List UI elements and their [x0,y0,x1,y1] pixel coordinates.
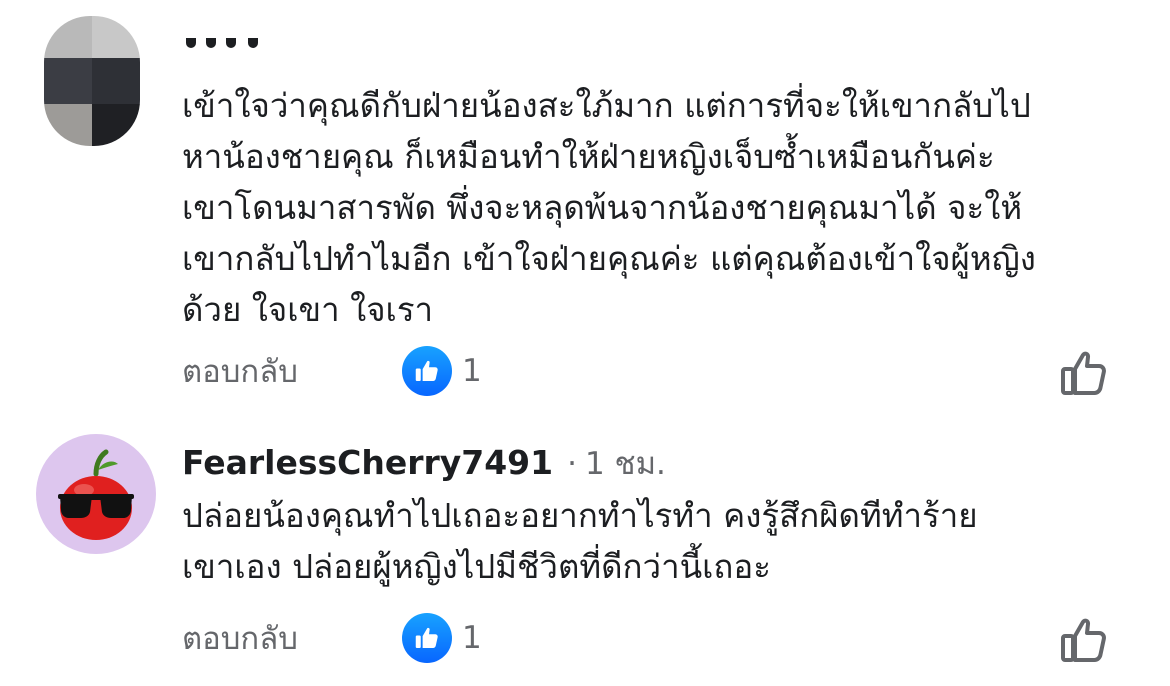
separator-dot: · [567,446,577,482]
reply-button[interactable]: ตอบกลับ [182,346,402,396]
comment-text-line: เขากลับไปทำไมอีก เข้าใจฝ่ายคุณค่ะ แต่คุณ… [182,239,1036,278]
comment-actions: ตอบกลับ 1 [182,613,482,663]
thumbs-up-reaction-icon[interactable] [402,346,452,396]
comment-text-line: เขาเอง ปล่อยผู้หญิงไปมีชีวิตที่ดีกว่านี้… [182,547,771,586]
comment-actions: ตอบกลับ 1 [182,346,482,396]
comment-text: ปล่อยน้องคุณทำไปเถอะอยากทำไรทำ คงรู้สึกผ… [182,490,978,592]
thumbs-up-glyph-icon [415,627,438,648]
avatar[interactable] [36,434,156,554]
comment-text-line: ปล่อยน้องคุณทำไปเถอะอยากทำไรทำ คงรู้สึกผ… [182,496,978,535]
comment-item: เข้าใจว่าคุณดีกับฝ่ายน้องสะใภ้มาก แต่การ… [0,0,1170,410]
avatar-pixel [44,104,92,146]
comment-text-line: เข้าใจว่าคุณดีกับฝ่ายน้องสะใภ้มาก แต่การ… [182,86,1031,125]
thumbs-up-outline-icon[interactable] [1058,347,1110,399]
comment-text-line: ด้วย ใจเขา ใจเรา [182,290,434,329]
comment-text: เข้าใจว่าคุณดีกับฝ่ายน้องสะใภ้มาก แต่การ… [182,80,1036,335]
reaction-count: 1 [462,620,482,656]
avatar-pixel [44,16,92,58]
comment-timestamp[interactable]: 1 ชม. [585,438,666,488]
cherry-with-sunglasses-icon [58,449,134,540]
comment-text-line: หาน้องชายคุณ ก็เหมือนทำให้ฝ่ายหญิงเจ็บซ้… [182,137,995,176]
avatar-pixel [44,58,92,104]
comment-header: FearlessCherry7491 · 1 ชม. [182,438,666,488]
thumbs-up-glyph-icon [415,360,438,381]
comment-author-name-cropped[interactable] [182,38,268,50]
reaction-count: 1 [462,353,482,389]
comment-text-line: เขาโดนมาสารพัด พึ่งจะหลุดพ้นจากน้องชายคุ… [182,188,1023,227]
thumbs-up-reaction-icon[interactable] [402,613,452,663]
avatar-pixel [92,104,140,146]
avatar-pixel [92,58,140,104]
comment-item: FearlessCherry7491 · 1 ชม. ปล่อยน้องคุณท… [0,410,1170,686]
like-button-glyph [1061,351,1106,395]
avatar-pixel [92,16,140,58]
thumbs-up-outline-icon[interactable] [1058,614,1110,666]
comment-author-name[interactable]: FearlessCherry7491 [182,443,553,482]
reply-button[interactable]: ตอบกลับ [182,613,402,663]
avatar[interactable] [44,16,140,146]
like-button-glyph [1061,618,1106,662]
